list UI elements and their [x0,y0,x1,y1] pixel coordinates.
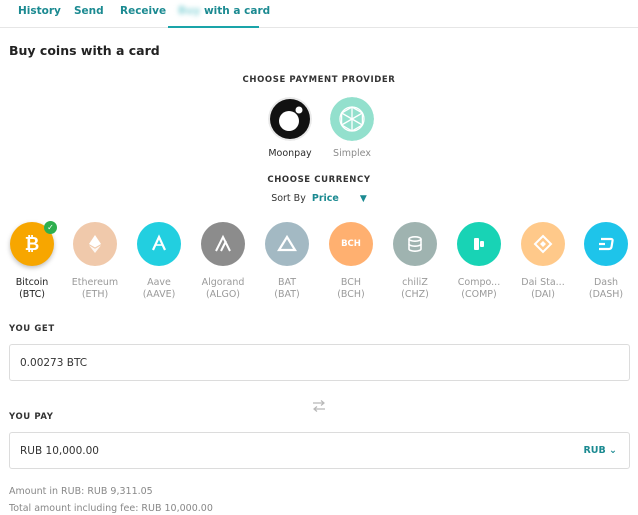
you-get-value: 0.00273 BTC [20,356,88,369]
moonpay-icon [268,97,312,141]
coin-symbol: (DASH) [588,289,624,300]
chiliz-icon [393,222,437,266]
amount-in-rub: Amount in RUB: RUB 9,311.05 [9,486,153,497]
you-pay-label: YOU PAY [9,412,54,422]
currency-list: ₿ ✓ Bitcoin (BTC) Ethereum (ETH) Aave (A… [0,221,638,302]
you-get-field[interactable]: 0.00273 BTC [9,344,630,381]
page-title: Buy coins with a card [9,43,160,58]
coin-name: BAT [277,277,297,288]
choose-currency-label: CHOOSE CURRENCY [267,175,371,185]
dash-icon [584,222,628,266]
algorand-icon [201,222,245,266]
ethereum-icon [73,222,117,266]
coin-symbol: (BAT) [274,289,300,300]
bch-icon: BCH [329,222,373,266]
active-tab-indicator [168,26,259,28]
chevron-down-icon: ⌄ [609,445,617,456]
coin-name: Compo... [457,277,501,288]
sort-control: Sort By Price ▼ [0,193,638,204]
provider-moonpay[interactable]: Moonpay [260,97,320,159]
coin-symbol: (BTC) [19,289,45,300]
payment-provider-label: CHOOSE PAYMENT PROVIDER [242,75,396,85]
simplex-icon [330,97,374,141]
coin-name: Dai Sta... [521,277,565,288]
coin-name: chiliZ [402,277,428,288]
tab-buy-prefix: Buy [178,5,201,17]
selected-check-icon: ✓ [44,221,57,234]
compound-icon [457,222,501,266]
coin-symbol: (COMP) [461,289,497,300]
coin-chiliz[interactable]: chiliZ (CHZ) [383,222,447,301]
you-pay-field[interactable]: RUB 10,000.00 RUB ⌄ [9,432,630,469]
coin-name: BCH [340,277,362,288]
bat-icon [265,222,309,266]
coin-aave[interactable]: Aave (AAVE) [127,222,191,301]
coin-symbol: (ETH) [81,289,109,300]
provider-name: Moonpay [268,148,312,159]
coin-name: Ethereum [71,277,119,288]
tab-buy-label: with a card [203,5,271,17]
you-pay-value: RUB 10,000.00 [20,444,99,457]
coin-symbol: (ALGO) [205,289,241,300]
coin-symbol: (AAVE) [142,289,176,300]
swap-arrows-icon[interactable] [311,399,327,413]
coin-name: Aave [147,277,171,288]
tab-receive[interactable]: Receive [120,5,166,17]
provider-simplex[interactable]: Simplex [322,97,382,159]
you-get-label: YOU GET [9,324,55,334]
coin-compound[interactable]: Compo... (COMP) [447,222,511,301]
tab-buy-with-card[interactable]: Buy with a card [178,5,270,17]
coin-bch[interactable]: BCH BCH (BCH) [319,222,383,301]
dai-icon [521,222,565,266]
provider-name: Simplex [333,148,371,159]
aave-icon [137,222,181,266]
sort-label: Sort By [271,193,306,204]
tab-history[interactable]: History [18,5,61,17]
coin-dai[interactable]: Dai Sta... (DAI) [511,222,575,301]
total-amount: Total amount including fee: RUB 10,000.0… [9,503,213,514]
coin-name: Bitcoin [15,277,49,288]
chevron-down-icon[interactable]: ▼ [360,194,367,204]
tab-send[interactable]: Send [74,5,104,17]
coin-algorand[interactable]: Algorand (ALGO) [191,222,255,301]
coin-bat[interactable]: BAT (BAT) [255,222,319,301]
coin-name: Algorand [201,277,245,288]
coin-ethereum[interactable]: Ethereum (ETH) [63,222,127,301]
coin-bitcoin[interactable]: ₿ ✓ Bitcoin (BTC) [0,221,64,301]
coin-symbol: (DAI) [531,289,555,300]
coin-symbol: (BCH) [337,289,365,300]
tab-bar: History Send Receive Buy with a card [0,0,638,28]
currency-select[interactable]: RUB ⌄ [583,445,617,456]
coin-name: Dash [593,277,619,288]
coin-dash[interactable]: Dash (DASH) [574,222,638,301]
coin-symbol: (CHZ) [401,289,429,300]
bitcoin-icon: ₿ ✓ [10,221,57,266]
sort-value-dropdown[interactable]: Price [312,193,339,204]
